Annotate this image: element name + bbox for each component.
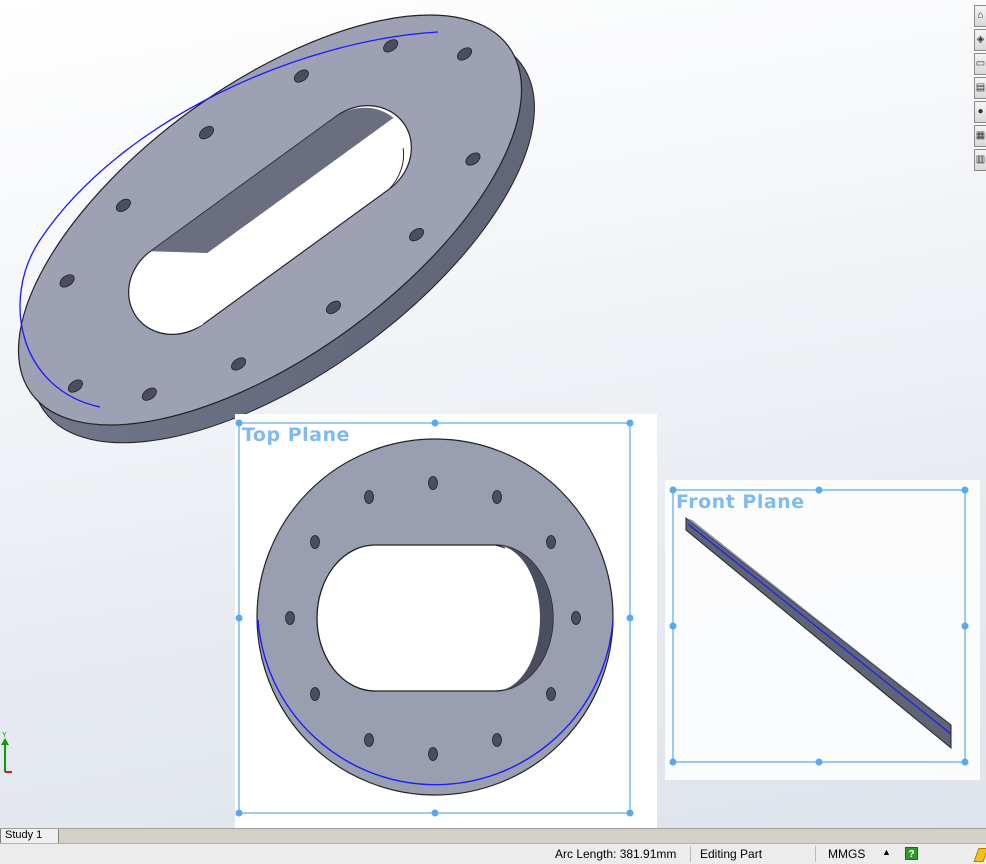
appearance-icon[interactable]: ● xyxy=(974,101,986,123)
study-tab-bar: Study 1 xyxy=(0,828,986,844)
home-icon[interactable]: ⌂ xyxy=(974,5,986,27)
library-icon[interactable]: ▥ xyxy=(974,149,986,171)
model-view xyxy=(17,14,980,828)
rebuild-pencil-icon[interactable] xyxy=(973,848,986,862)
graphics-area[interactable]: Top Plane Front Plane Y ⌂ ◈ ▭ ▤ ● ▦ ▥ xyxy=(0,0,986,828)
top-plane-view[interactable] xyxy=(235,414,657,828)
top-plane-label: Top Plane xyxy=(242,424,350,446)
units-indicator[interactable]: MMGS xyxy=(828,847,865,861)
reference-triad: Y xyxy=(0,730,14,774)
file-explorer-icon[interactable]: ▤ xyxy=(974,77,986,99)
tab-study-1[interactable]: Study 1 xyxy=(0,829,60,844)
arc-length-readout: Arc Length: 381.91mm xyxy=(555,847,677,861)
task-pane-tabs: ⌂ ◈ ▭ ▤ ● ▦ ▥ xyxy=(974,5,986,173)
editing-status: Editing Part xyxy=(700,847,763,861)
custom-properties-icon[interactable]: ▦ xyxy=(974,125,986,147)
triad-y-label: Y xyxy=(2,732,7,739)
front-plane-label: Front Plane xyxy=(676,491,805,513)
front-plane-view[interactable] xyxy=(665,480,980,780)
help-button[interactable]: ? xyxy=(905,847,918,860)
units-caret-icon[interactable]: ▲ xyxy=(882,847,891,857)
status-bar: Arc Length: 381.91mm Editing Part MMGS ▲… xyxy=(0,843,986,864)
resources-icon[interactable]: ◈ xyxy=(974,29,986,51)
folder-icon[interactable]: ▭ xyxy=(974,53,986,75)
